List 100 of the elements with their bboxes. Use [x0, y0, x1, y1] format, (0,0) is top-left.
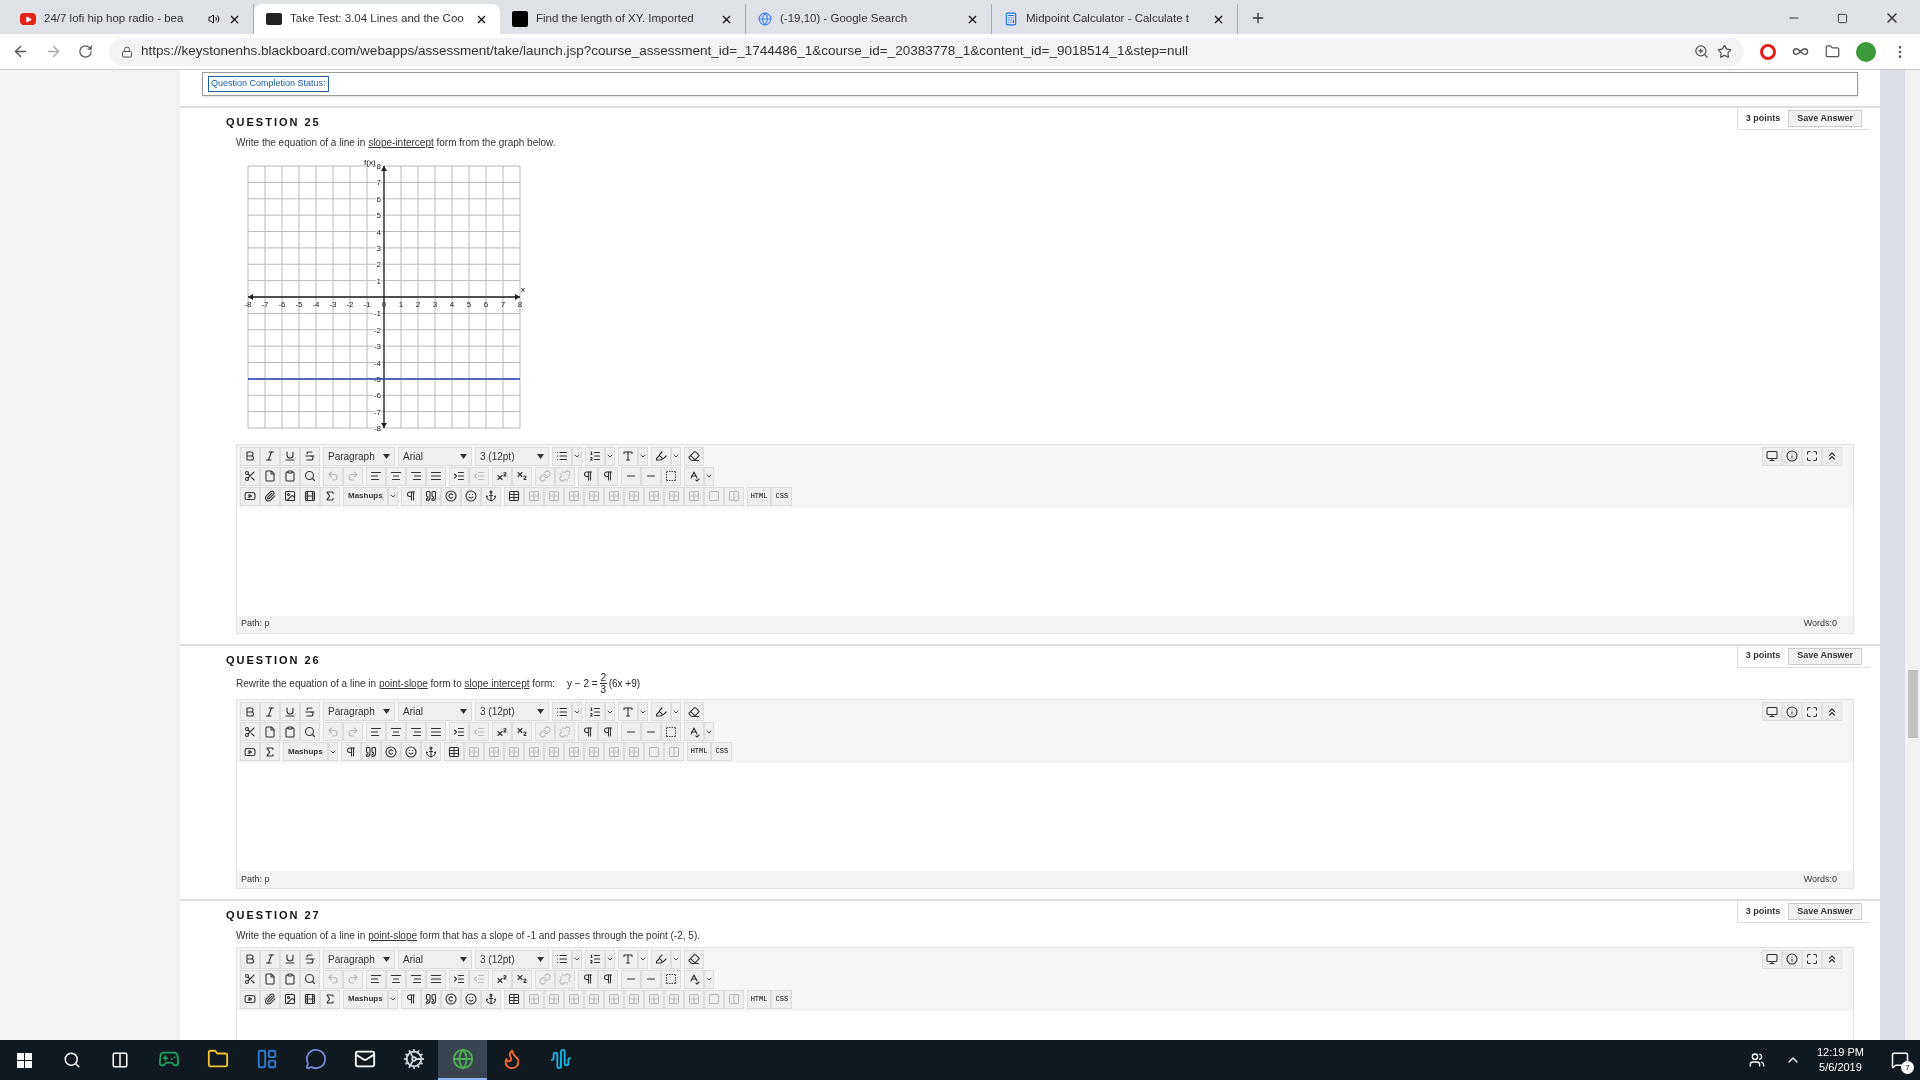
preview-icon[interactable] [1762, 949, 1782, 969]
page-icon[interactable] [260, 466, 280, 486]
superscript-icon[interactable] [492, 969, 512, 989]
fullscreen-icon[interactable] [1802, 949, 1822, 969]
paragraph-icon[interactable] [340, 742, 361, 761]
film-icon[interactable] [300, 486, 320, 506]
highlighter-icon[interactable] [651, 446, 671, 466]
format-dropdown[interactable]: Paragraph [323, 702, 395, 721]
clipboard-icon[interactable] [280, 466, 300, 486]
scrollbar[interactable] [1905, 70, 1920, 1040]
collapse-icon[interactable] [1822, 702, 1842, 721]
ltr-icon[interactable] [578, 466, 598, 486]
term-link[interactable]: slope-intercept [368, 136, 434, 148]
align-left-icon[interactable] [366, 722, 386, 741]
term-link[interactable]: point-slope [378, 678, 428, 689]
info-icon[interactable] [1782, 949, 1802, 969]
italic-icon[interactable] [260, 949, 280, 969]
copyright-icon[interactable] [440, 486, 461, 506]
film-icon[interactable] [300, 989, 320, 1009]
cut-icon[interactable] [240, 722, 260, 741]
save-answer-button[interactable]: Save Answer [1788, 647, 1862, 665]
font-dropdown[interactable]: Arial [398, 446, 472, 466]
paragraph-icon[interactable] [400, 486, 421, 506]
align-center-icon[interactable] [386, 969, 406, 989]
spellcheck-icon[interactable] [684, 969, 704, 989]
spellcheck-icon[interactable] [684, 722, 704, 741]
table-icon[interactable] [443, 742, 464, 761]
emoji-icon[interactable] [460, 989, 481, 1009]
space-icon[interactable] [661, 466, 681, 486]
paperclip-icon[interactable] [260, 989, 280, 1009]
bold-icon[interactable] [240, 949, 260, 969]
fullscreen-icon[interactable] [1802, 702, 1822, 721]
cut-icon[interactable] [240, 466, 260, 486]
page-icon[interactable] [260, 722, 280, 741]
search-icon[interactable] [300, 969, 320, 989]
highlighter-icon[interactable] [651, 949, 671, 969]
copyright-icon[interactable] [440, 989, 461, 1009]
video-icon[interactable] [240, 989, 260, 1009]
subscript-icon[interactable] [512, 466, 532, 486]
spellcheck-icon[interactable] [684, 466, 704, 486]
ltr-icon[interactable] [578, 722, 598, 741]
align-right-icon[interactable] [406, 466, 426, 486]
search-icon[interactable] [300, 466, 320, 486]
justify-icon[interactable] [426, 466, 446, 486]
text-color-icon[interactable] [618, 949, 638, 969]
rtl-icon[interactable] [598, 722, 618, 741]
strikethrough-icon[interactable] [300, 949, 320, 969]
collapse-icon[interactable] [1822, 949, 1842, 969]
reload-icon[interactable] [78, 44, 93, 59]
strikethrough-icon[interactable] [300, 702, 320, 721]
size-dropdown[interactable]: 3 (12pt) [475, 702, 549, 721]
paragraph-icon[interactable] [400, 989, 421, 1009]
align-left-icon[interactable] [366, 466, 386, 486]
rtl-icon[interactable] [598, 466, 618, 486]
info-icon[interactable] [1782, 702, 1802, 721]
underline-icon[interactable] [280, 949, 300, 969]
bold-icon[interactable] [240, 702, 260, 721]
cell-icon[interactable] [703, 486, 724, 506]
cell-icon[interactable] [703, 989, 724, 1009]
function-icon[interactable] [260, 742, 280, 761]
o-logo-icon[interactable] [1760, 43, 1776, 60]
new-tab-icon[interactable] [1250, 10, 1266, 26]
info-icon[interactable] [1782, 446, 1802, 466]
align-center-icon[interactable] [386, 722, 406, 741]
font-dropdown[interactable]: Arial [398, 702, 472, 721]
zoom-icon[interactable] [1694, 44, 1709, 59]
preview-icon[interactable] [1762, 446, 1782, 466]
extension-icon[interactable] [1825, 44, 1840, 59]
fullscreen-icon[interactable] [1802, 446, 1822, 466]
page-icon[interactable] [260, 969, 280, 989]
superscript-icon[interactable] [492, 722, 512, 741]
term-link[interactable]: slope intercept [464, 678, 530, 689]
align-center-icon[interactable] [386, 466, 406, 486]
mashups-dropdown[interactable]: Mashups [283, 742, 328, 761]
space-icon[interactable] [661, 722, 681, 741]
collapse-icon[interactable] [1822, 446, 1842, 466]
eraser-icon[interactable] [684, 702, 704, 721]
superscript-icon[interactable] [492, 466, 512, 486]
indent-icon[interactable] [449, 466, 469, 486]
format-dropdown[interactable]: Paragraph [323, 949, 395, 969]
indent-icon[interactable] [449, 722, 469, 741]
image-icon[interactable] [280, 989, 300, 1009]
video-icon[interactable] [240, 742, 260, 761]
italic-icon[interactable] [260, 702, 280, 721]
indent-icon[interactable] [449, 969, 469, 989]
completion-status-link[interactable]: Question Completion Status: [208, 76, 329, 92]
paperclip-icon[interactable] [260, 486, 280, 506]
anchor-icon[interactable] [480, 989, 501, 1009]
underline-icon[interactable] [280, 446, 300, 466]
anchor-icon[interactable] [480, 486, 501, 506]
save-answer-button[interactable]: Save Answer [1788, 110, 1862, 127]
term-link[interactable]: point-slope [368, 929, 418, 941]
bullet-list-icon[interactable] [552, 446, 572, 466]
format-dropdown[interactable]: Paragraph [323, 446, 395, 466]
text-color-icon[interactable] [618, 702, 638, 721]
function-icon[interactable] [320, 989, 340, 1009]
clipboard-icon[interactable] [280, 722, 300, 741]
bullet-list-icon[interactable] [552, 702, 572, 721]
ltr-icon[interactable] [578, 969, 598, 989]
bold-icon[interactable] [240, 446, 260, 466]
